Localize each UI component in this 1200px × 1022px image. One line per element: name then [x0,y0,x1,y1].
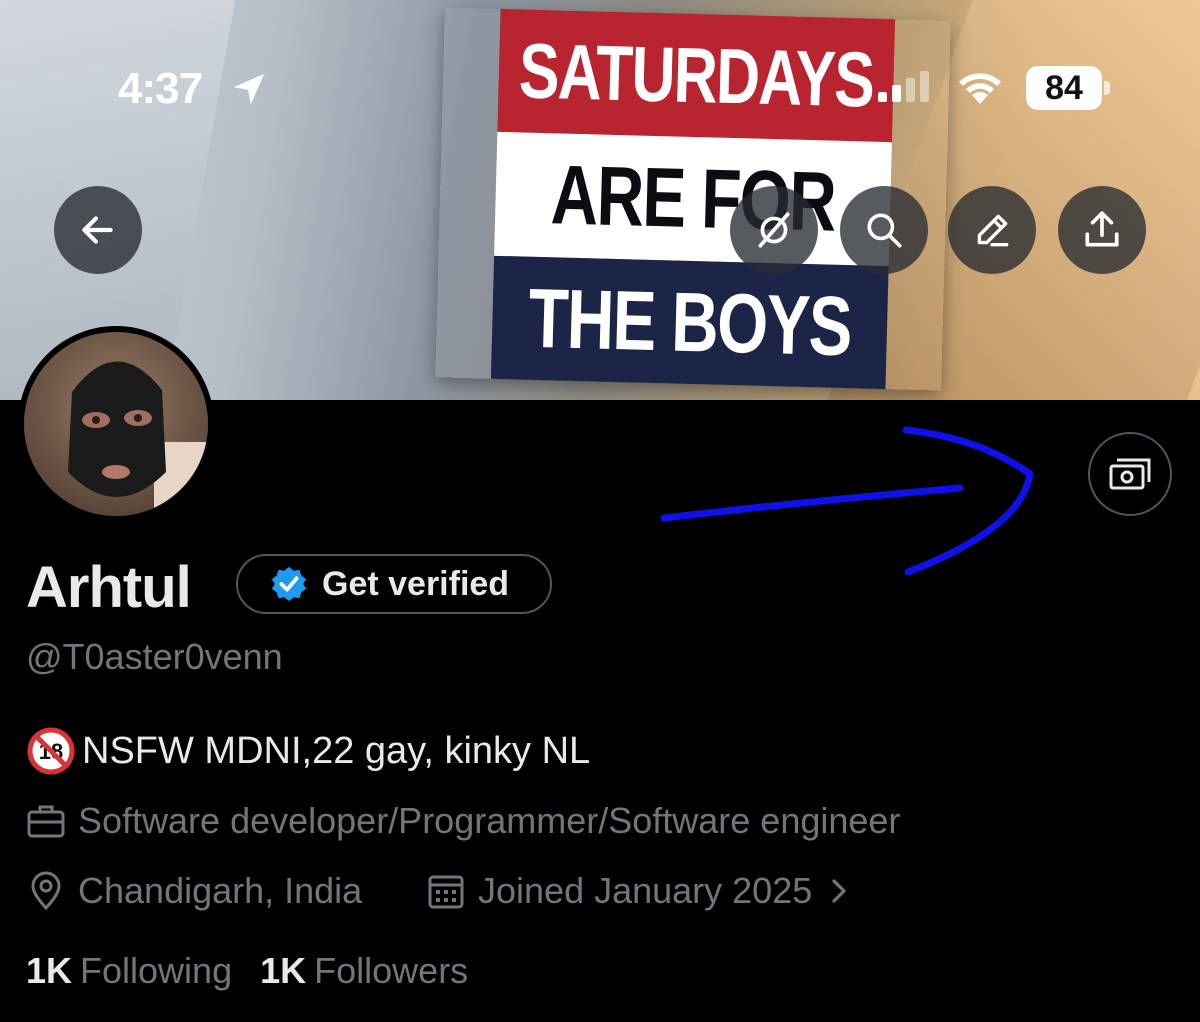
arrow-left-icon [82,216,113,244]
following-count: 1K [26,950,73,991]
search-button[interactable] [840,186,928,274]
chevron-right-icon [832,879,846,903]
pencil-icon [977,214,1009,247]
edit-button[interactable] [948,186,1036,274]
get-verified-button[interactable]: Get verified [236,554,552,614]
search-icon [867,213,902,248]
flag-line: THE BOYS [490,255,889,390]
share-button[interactable] [1058,186,1146,274]
bio-text: NSFW MDNI,22 gay, kinky NL [82,729,591,772]
status-time: 4:37 [118,64,203,113]
location-text: Chandigarh, India [78,870,363,911]
calendar-icon [428,875,464,909]
profession-row: Software developer/Programmer/Software e… [26,800,900,842]
back-button[interactable] [54,186,142,274]
location-row: Chandigarh, India [26,870,362,912]
money-icon [1109,458,1151,490]
location-pin-icon [31,871,61,911]
display-name: Arhtul [26,555,192,620]
bio: 18 NSFW MDNI,22 gay, kinky NL [26,726,590,776]
verified-badge-icon [271,566,307,602]
profession-text: Software developer/Programmer/Software e… [78,800,901,841]
monetization-button[interactable] [1088,432,1172,516]
cellular-signal-icon [878,71,929,102]
no-under-18-icon: 18 [27,727,75,775]
get-verified-label: Get verified [322,564,510,603]
user-handle: @T0aster0venn [26,636,283,677]
following-link[interactable]: 1K Following [26,950,232,992]
followers-link[interactable]: 1K Followers [260,950,468,992]
following-label: Following [80,950,233,991]
annotation-arrow [660,426,1034,576]
avatar-image [24,332,208,516]
share-icon [1085,211,1119,247]
status-bar: 4:37 84 [0,0,1200,180]
grok-button[interactable] [730,186,818,274]
wifi-icon [959,73,1001,104]
avatar[interactable] [18,326,214,522]
followers-label: Followers [314,950,469,991]
followers-count: 1K [260,950,307,991]
battery-level: 84 [1026,66,1102,110]
joined-row[interactable]: Joined January 2025 [426,870,854,912]
follow-counts: 1K Following 1K Followers [26,950,468,992]
location-arrow-icon [233,73,265,105]
battery-indicator: 84 [1026,66,1110,110]
briefcase-icon [27,805,65,838]
grok-icon [758,212,790,248]
joined-text: Joined January 2025 [478,870,813,911]
